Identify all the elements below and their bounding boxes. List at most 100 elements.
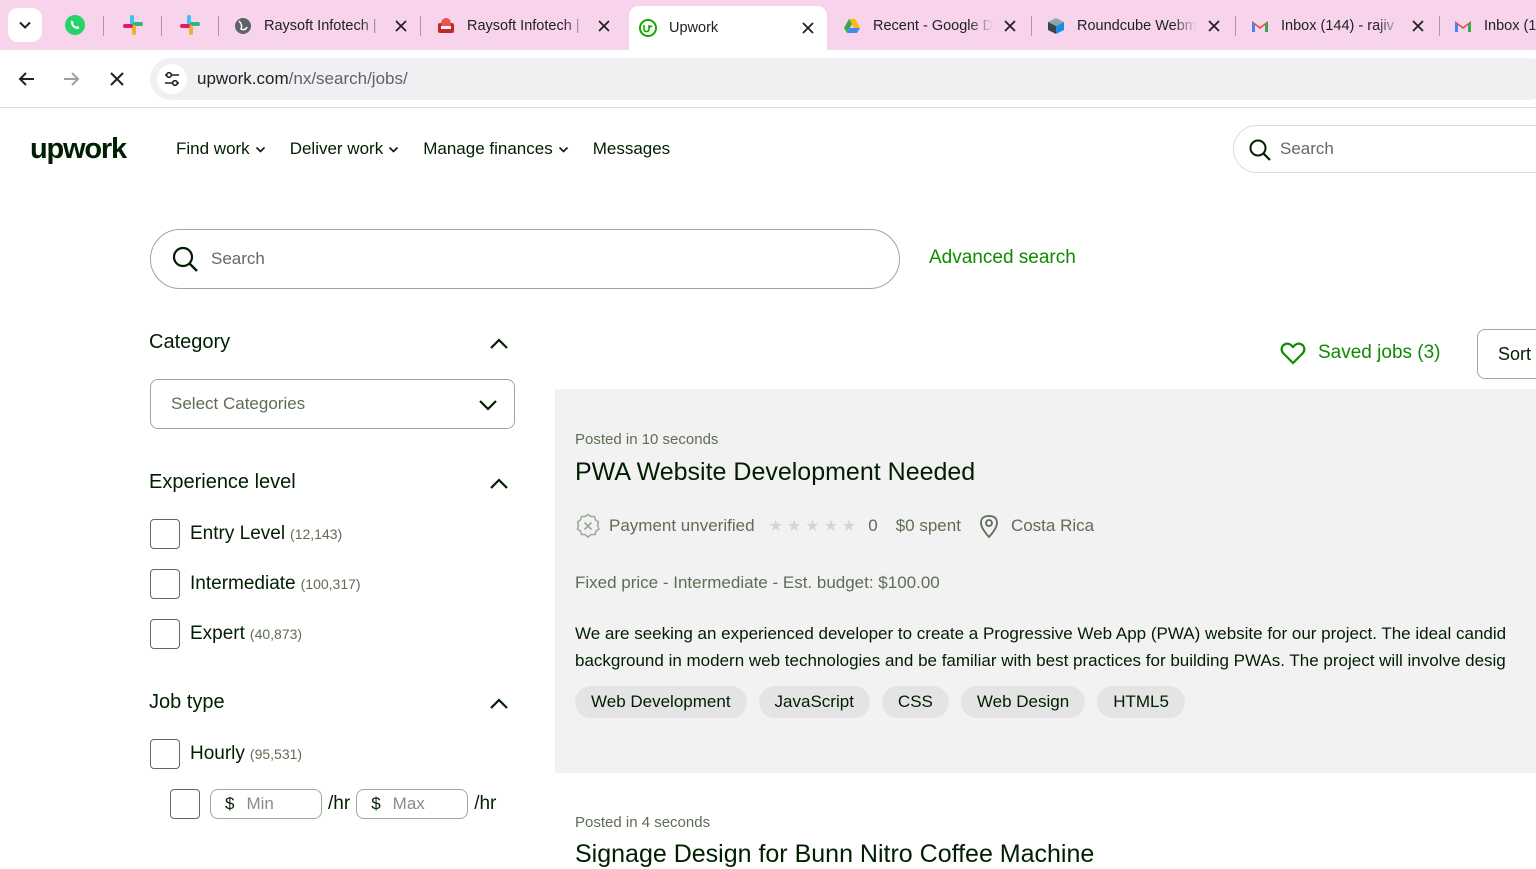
browser-tab-raysoft-1[interactable]: Raysoft Infotech |: [224, 8, 420, 44]
saved-jobs-label: Saved jobs (3): [1318, 342, 1441, 363]
category-select-value: Select Categories: [171, 394, 306, 413]
experience-filter-title: Experience level: [149, 471, 296, 493]
skill-tag[interactable]: HTML5: [1097, 686, 1185, 718]
browser-tab-gmail-1[interactable]: Inbox (144) - rajiv: [1241, 8, 1437, 44]
job-posted-time: Posted in 4 seconds: [575, 814, 711, 831]
heart-icon: [1280, 342, 1306, 365]
chevron-up-icon[interactable]: [488, 693, 510, 715]
expert-checkbox[interactable]: [150, 619, 180, 649]
nav-find-work[interactable]: Find work: [176, 139, 266, 159]
browser-tab-google-drive[interactable]: Recent - Google Drive: [833, 8, 1029, 44]
close-icon[interactable]: [1409, 17, 1427, 35]
tab-title: Upwork: [669, 20, 719, 36]
category-select[interactable]: Select Categories: [150, 379, 515, 429]
job-description: We are seeking an experienced developer …: [575, 620, 1536, 674]
header-search-box[interactable]: [1233, 125, 1536, 173]
pinned-tab-slack-2[interactable]: [175, 10, 205, 40]
experience-entry-option[interactable]: Entry Level (12,143): [150, 519, 342, 549]
site-header: upwork Find work Deliver work Manage fin…: [0, 109, 1536, 191]
entry-level-checkbox[interactable]: [150, 519, 180, 549]
chevron-down-icon: [479, 400, 497, 411]
category-filter-title: Category: [149, 331, 231, 353]
job-type-budget: Fixed price - Intermediate - Est. budget…: [575, 573, 940, 592]
close-icon[interactable]: [1205, 17, 1223, 35]
nav-deliver-work[interactable]: Deliver work: [290, 139, 400, 159]
site-info-button[interactable]: [157, 64, 187, 94]
option-label: Expert: [190, 623, 245, 644]
sort-button[interactable]: Sort: [1477, 329, 1536, 379]
job-search-input[interactable]: [211, 246, 861, 272]
stop-loading-button[interactable]: [100, 62, 134, 96]
tab-title: Recent - Google Drive: [873, 18, 993, 34]
close-icon[interactable]: [392, 17, 410, 35]
nav-label: Manage finances: [423, 139, 553, 158]
back-button[interactable]: [10, 62, 44, 96]
job-search-box[interactable]: [150, 229, 900, 289]
browser-tab-gmail-2[interactable]: Inbox (1: [1444, 8, 1536, 44]
upwork-favicon-icon: [639, 19, 657, 37]
skill-tag[interactable]: Web Development: [575, 686, 747, 718]
chevron-down-icon: [558, 146, 568, 153]
pinned-tab-whatsapp[interactable]: [60, 10, 90, 40]
tab-title: Raysoft Infotech |: [264, 18, 377, 34]
min-rate-field[interactable]: $: [210, 789, 322, 819]
experience-intermediate-option[interactable]: Intermediate (100,317): [150, 569, 361, 599]
raysoft-icon: [437, 17, 455, 35]
upwork-logo[interactable]: upwork: [30, 133, 127, 166]
client-spent: $0 spent: [895, 516, 961, 535]
chevron-up-icon[interactable]: [488, 333, 510, 355]
job-type-hourly-option[interactable]: Hourly (95,531): [150, 739, 302, 769]
skill-tag[interactable]: Web Design: [960, 686, 1086, 718]
browser-tab-raysoft-2[interactable]: Raysoft Infotech |: [427, 8, 623, 44]
nav-messages[interactable]: Messages: [593, 139, 670, 159]
job-title-link[interactable]: PWA Website Development Needed: [575, 458, 975, 487]
skill-tag[interactable]: JavaScript: [758, 686, 870, 718]
max-rate-field[interactable]: $: [356, 789, 469, 819]
star-icon: ★: [823, 518, 838, 535]
arrow-right-icon: [64, 72, 80, 86]
job-description-line: background in modern web technologies an…: [575, 651, 1506, 670]
advanced-search-link[interactable]: Advanced search: [929, 247, 1076, 269]
forward-button[interactable]: [54, 62, 88, 96]
option-count: (40,873): [249, 626, 303, 642]
hourly-rate-checkbox[interactable]: [170, 789, 200, 819]
chevron-down-icon: [255, 146, 265, 153]
option-label: Hourly: [190, 743, 245, 764]
nav-manage-finances[interactable]: Manage finances: [423, 139, 568, 159]
main-nav: Find work Deliver work Manage finances M…: [176, 139, 694, 159]
location-pin-icon: [980, 515, 998, 539]
job-title-link[interactable]: Signage Design for Bunn Nitro Coffee Mac…: [575, 840, 1094, 869]
rate-unit: /hr: [474, 793, 497, 814]
browser-tab-upwork[interactable]: Upwork: [629, 6, 827, 50]
hourly-checkbox[interactable]: [150, 739, 180, 769]
option-count: (95,531): [249, 746, 303, 762]
address-bar[interactable]: upwork.com/nx/search/jobs/: [150, 58, 1536, 100]
url-text[interactable]: upwork.com/nx/search/jobs/: [197, 69, 408, 89]
gmail-icon: [1454, 17, 1472, 35]
chevron-up-icon[interactable]: [488, 473, 510, 495]
tab-search-button[interactable]: [8, 8, 42, 42]
globe-icon: [234, 17, 252, 35]
skill-tag[interactable]: CSS: [881, 686, 949, 718]
nav-label: Messages: [592, 139, 671, 158]
close-icon[interactable]: [1001, 17, 1019, 35]
gmail-icon: [1251, 17, 1269, 35]
nav-label: Find work: [176, 139, 250, 158]
header-search-input[interactable]: [1280, 136, 1530, 162]
star-icon: ★: [786, 518, 802, 535]
experience-expert-option[interactable]: Expert (40,873): [150, 619, 302, 649]
close-icon[interactable]: [595, 17, 613, 35]
browser-tab-roundcube[interactable]: Roundcube Webmail: [1037, 8, 1233, 44]
min-rate-input[interactable]: [246, 794, 317, 814]
intermediate-checkbox[interactable]: [150, 569, 180, 599]
payment-unverified-icon: [576, 513, 600, 538]
close-icon[interactable]: [799, 19, 817, 37]
star-icon: ★: [768, 518, 783, 535]
max-rate-input[interactable]: [392, 794, 463, 814]
saved-jobs-link[interactable]: Saved jobs (3): [1280, 341, 1441, 365]
close-icon: [110, 72, 124, 86]
client-rating-stars: ★ ★ ★ ★ ★: [769, 516, 861, 536]
pinned-tab-slack-1[interactable]: [118, 10, 148, 40]
client-location: Costa Rica: [1010, 516, 1095, 535]
currency-symbol: $: [371, 794, 381, 813]
